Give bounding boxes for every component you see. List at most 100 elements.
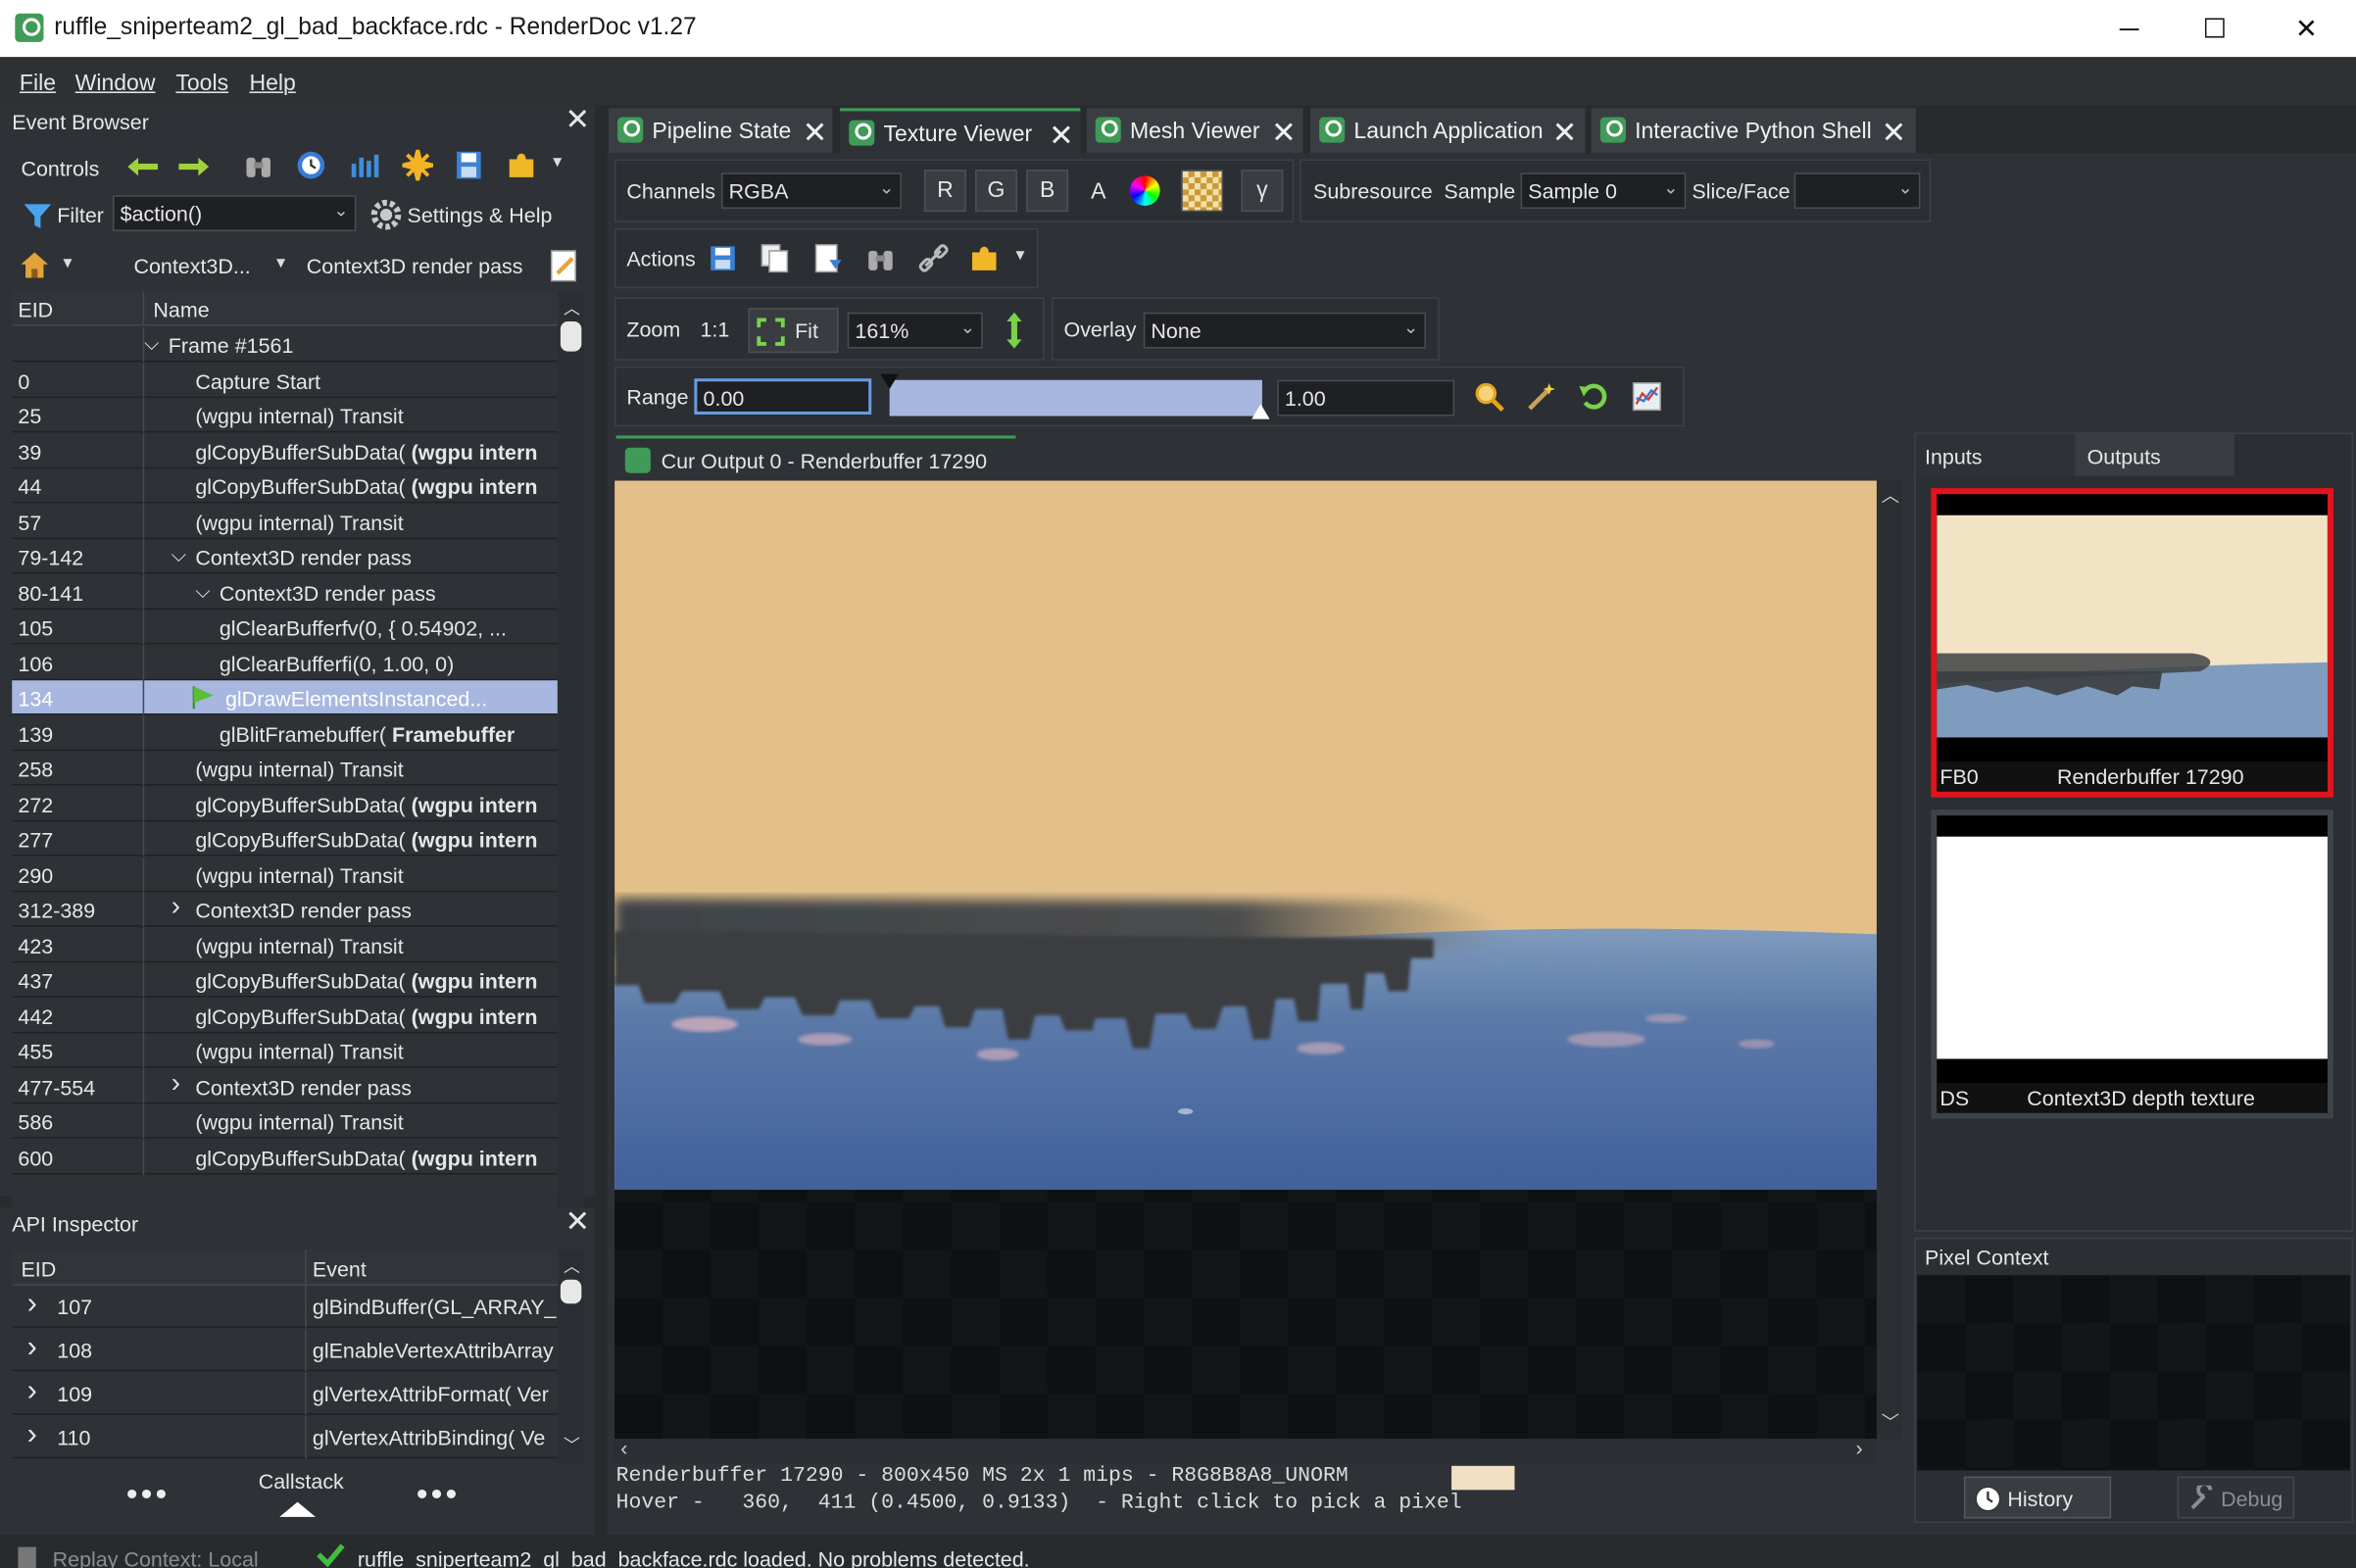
expand-chevron-icon[interactable]: › xyxy=(172,1067,180,1099)
api-scrollbar-thumb[interactable] xyxy=(560,1279,582,1304)
tab-close-icon[interactable]: ✕ xyxy=(1552,114,1578,151)
replay-context-label[interactable]: Replay Context: Local xyxy=(53,1547,259,1568)
zoom-select[interactable]: 161% ⌄ xyxy=(847,312,983,349)
extension-puzzle-icon[interactable] xyxy=(505,149,538,182)
range-max-input[interactable]: 1.00 xyxy=(1277,379,1455,416)
expand-chevron-icon[interactable]: › xyxy=(27,1418,37,1452)
outputs-tab[interactable]: Outputs xyxy=(2075,433,2234,476)
api-scroll-up-icon[interactable]: ︿ xyxy=(564,1254,580,1279)
event-row[interactable]: 80-141 ⌵ Context3D render pass xyxy=(12,574,558,610)
histogram-chart-icon[interactable] xyxy=(1631,380,1664,414)
splitter-dots-left[interactable]: ••• xyxy=(126,1477,171,1510)
api-row[interactable]: › 108 glEnableVertexAttribArray xyxy=(12,1329,558,1372)
range-black-point-handle[interactable] xyxy=(880,373,899,389)
tab-texture-viewer[interactable]: Texture Viewer ✕ xyxy=(840,108,1081,154)
fit-button[interactable]: Fit xyxy=(748,308,839,354)
event-tree-scrollbar[interactable]: ︿ ﹀ xyxy=(559,291,585,1301)
event-row[interactable]: 105 glClearBufferfv(0, { 0.54902, ... xyxy=(12,610,558,645)
event-browser-close-icon[interactable]: ✕ xyxy=(564,105,590,135)
menu-tools[interactable]: Tools xyxy=(175,71,228,96)
event-row[interactable]: 586 (wgpu internal) Transit xyxy=(12,1103,558,1139)
eid-column-header[interactable]: EID xyxy=(18,297,53,321)
home-dropdown-icon[interactable]: ▼ xyxy=(60,256,74,272)
collapse-chevron-icon[interactable]: ⌵ xyxy=(172,544,186,568)
collapse-chevron-icon[interactable]: ⌵ xyxy=(195,579,210,604)
slice-face-select[interactable]: ⌄ xyxy=(1793,172,1921,210)
event-row[interactable]: 79-142 ⌵ Context3D render pass xyxy=(12,539,558,574)
sample-select[interactable]: Sample 0 ⌄ xyxy=(1520,172,1687,210)
splitter-dots-right[interactable]: ••• xyxy=(417,1477,461,1510)
event-row[interactable]: 600 glCopyBufferSubData( (wgpu intern xyxy=(12,1139,558,1174)
inputs-tab[interactable]: Inputs xyxy=(1915,433,2076,476)
blue-channel-toggle[interactable]: B xyxy=(1026,170,1069,213)
color-wheel-icon[interactable] xyxy=(1129,175,1160,206)
canvas-scroll-down-icon[interactable]: ﹀ xyxy=(1882,1409,1899,1435)
event-row[interactable]: 106 glClearBufferfi(0, 1.00, 0) xyxy=(12,645,558,680)
save-texture-icon[interactable] xyxy=(708,243,738,273)
tab-close-icon[interactable]: ✕ xyxy=(1882,114,1907,151)
api-scroll-down-icon[interactable]: ﹀ xyxy=(564,1433,580,1457)
event-row[interactable]: 277 glCopyBufferSubData( (wgpu intern xyxy=(12,821,558,857)
copy-icon[interactable] xyxy=(759,242,792,275)
expand-chevron-icon[interactable]: › xyxy=(27,1374,37,1408)
stats-bars-icon[interactable] xyxy=(349,152,382,179)
api-eid-column-header[interactable]: EID xyxy=(21,1257,56,1282)
minimize-button[interactable]: ─ xyxy=(2085,0,2175,57)
menu-help[interactable]: Help xyxy=(250,71,296,96)
canvas-vertical-scrollbar[interactable]: ︿ ﹀ xyxy=(1876,480,1903,1440)
channels-select[interactable]: RGBA ⌄ xyxy=(720,172,902,210)
actions-dropdown-icon[interactable]: ▼ xyxy=(1012,248,1027,265)
goto-location-binoculars-icon[interactable] xyxy=(865,242,896,275)
scroll-up-icon[interactable]: ︿ xyxy=(564,296,580,320)
name-column-header[interactable]: Name xyxy=(153,297,209,321)
event-row[interactable]: 139 glBlitFramebuffer( Framebuffer xyxy=(12,715,558,751)
close-button[interactable]: ✕ xyxy=(2261,0,2351,57)
notes-edit-icon[interactable] xyxy=(547,248,580,284)
canvas-scroll-left-icon[interactable]: ‹ xyxy=(620,1436,627,1460)
event-row[interactable]: 423 (wgpu internal) Transit xyxy=(12,927,558,962)
open-file-icon[interactable] xyxy=(811,242,845,275)
green-channel-toggle[interactable]: G xyxy=(975,170,1017,213)
ds-thumbnail[interactable]: DS Context3D depth texture xyxy=(1931,809,2334,1119)
home-icon[interactable] xyxy=(18,249,51,282)
auto-fit-wand-icon[interactable] xyxy=(1525,380,1558,414)
event-row[interactable]: 290 (wgpu internal) Transit xyxy=(12,857,558,892)
bookmark-star-icon[interactable] xyxy=(401,149,434,182)
expand-chevron-icon[interactable]: › xyxy=(172,891,180,922)
zoom-1to1-button[interactable]: 1:1 xyxy=(700,317,729,341)
extension-dropdown-icon[interactable]: ▼ xyxy=(550,155,564,172)
event-row[interactable]: 25 (wgpu internal) Transit xyxy=(12,398,558,433)
gamma-toggle[interactable]: γ xyxy=(1241,170,1284,213)
texture-canvas[interactable] xyxy=(614,480,1877,1440)
maximize-button[interactable]: ☐ xyxy=(2170,0,2260,57)
filter-input[interactable]: $action() ⌄ xyxy=(112,195,357,232)
breadcrumb-context3d[interactable]: Context3D... xyxy=(133,254,250,278)
event-row[interactable]: ⌵ Frame #1561 xyxy=(12,327,558,363)
collapse-chevron-icon[interactable]: ⌵ xyxy=(144,332,159,357)
api-inspector-tree[interactable]: EID Event › 107 glBindBuffer(GL_ARRAY_B › 10… xyxy=(12,1250,558,1460)
tab-python-shell[interactable]: Interactive Python Shell ✕ xyxy=(1591,108,1916,154)
red-channel-toggle[interactable]: R xyxy=(923,170,966,213)
menu-window[interactable]: Window xyxy=(75,71,156,96)
debug-button[interactable]: Debug xyxy=(2177,1476,2295,1519)
reset-range-icon[interactable] xyxy=(1578,380,1611,414)
event-row[interactable]: 57 (wgpu internal) Transit xyxy=(12,504,558,539)
event-row[interactable]: 39 glCopyBufferSubData( (wgpu intern xyxy=(12,433,558,468)
flip-vertical-icon[interactable] xyxy=(1004,311,1024,350)
actions-extension-icon[interactable] xyxy=(967,242,1001,275)
canvas-scroll-up-icon[interactable]: ︿ xyxy=(1882,482,1899,508)
tab-close-icon[interactable]: ✕ xyxy=(1271,114,1297,151)
tab-close-icon[interactable]: ✕ xyxy=(803,114,828,151)
save-disk-icon[interactable] xyxy=(454,149,484,182)
scrollbar-thumb[interactable] xyxy=(560,320,582,352)
canvas-horizontal-scrollbar[interactable]: ‹ › xyxy=(614,1436,1877,1463)
api-row[interactable]: › 109 glVertexAttribFormat( Ver xyxy=(12,1372,558,1415)
canvas-scroll-right-icon[interactable]: › xyxy=(1856,1436,1863,1460)
expand-chevron-icon[interactable]: › xyxy=(27,1287,37,1321)
api-row[interactable]: › 110 glVertexAttribBinding( Ve xyxy=(12,1416,558,1459)
menu-file[interactable]: File xyxy=(20,71,56,96)
event-row[interactable]: 455 (wgpu internal) Transit xyxy=(12,1033,558,1068)
prev-arrow-icon[interactable] xyxy=(124,152,161,182)
api-scrollbar[interactable]: ︿ ﹀ xyxy=(559,1250,585,1463)
callstack-label[interactable]: Callstack xyxy=(259,1469,344,1494)
